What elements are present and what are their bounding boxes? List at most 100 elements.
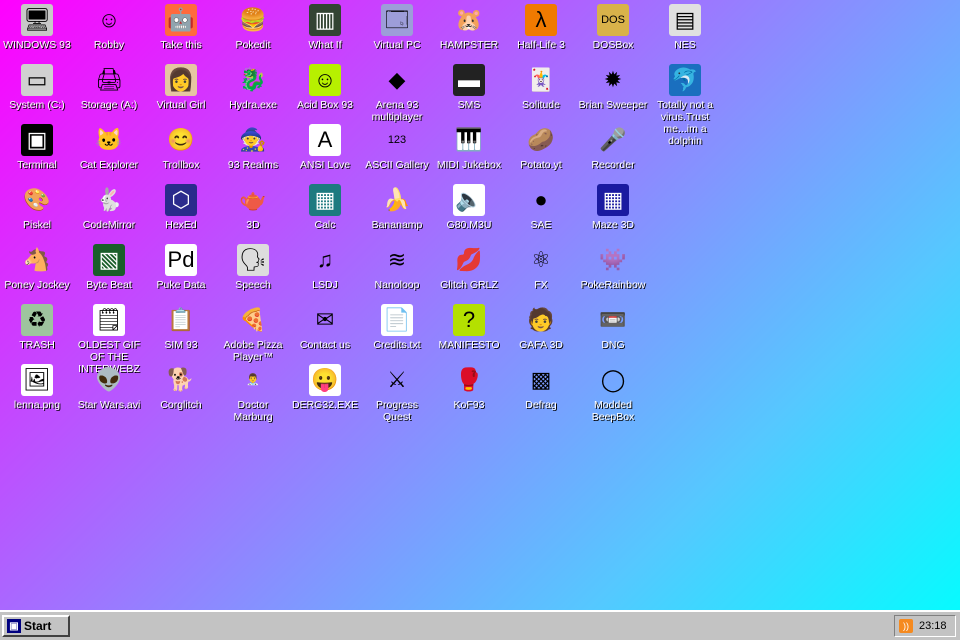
desktop-icon-hampster[interactable]: 🐹 HAMPSTER [433,4,505,64]
desktop-icon-nes[interactable]: ▤ NES [649,4,721,64]
desktop-icon-label: Nanoloop [374,279,420,291]
desktop-icon-modded-beepbox[interactable]: ◯ Modded BeepBox [577,364,649,424]
desktop-icon-brian-sweeper[interactable]: ✹ Brian Sweeper [577,64,649,124]
corglitch-icon: 🐕 [167,367,195,392]
desktop-icon-pokedit[interactable]: 🍔 Pokedit [217,4,289,64]
desktop-icon-label: Cat Explorer [79,159,139,171]
desktop-icon-trollbox[interactable]: 😊 Trollbox [145,124,217,184]
desktop-icon-sim-93[interactable]: 📋 SIM 93 [145,304,217,364]
desktop-icon-doctor-marburg[interactable]: 👨‍⚕ Doctor Marburg [217,364,289,424]
desktop-icon-hexed[interactable]: ⬡ HexEd [145,184,217,244]
desktop-icon-credits-txt[interactable]: 📄 Credits.txt [361,304,433,364]
pokerainbow-icon: 👾 [599,247,627,272]
oldest-gif-of-the-interwebz-icon: 🗒 [93,304,125,336]
desktop-icon-defrag[interactable]: ▩ Defrag [505,364,577,424]
desktop-icon-label: Virtual PC [373,39,421,51]
desktop-icon-label: HexEd [165,219,197,231]
desktop-icon-virtual-girl[interactable]: 👩 Virtual Girl [145,64,217,124]
desktop-icon-ansi-love[interactable]: A ANSI Love [289,124,361,184]
codemirror-icon: 🐇 [95,187,123,212]
desktop-icon-potato-yt[interactable]: 🥔 Potato.yt [505,124,577,184]
solitude-icon: 🃏 [527,67,555,92]
maze-3d-icon: ▦ [597,184,629,216]
desktop-icon-oldest-gif-of-the-interwebz[interactable]: 🗒 OLDEST GIF OF THE INTERWEBZ [73,304,145,375]
desktop-icon-take-this[interactable]: 🤖 Take this [145,4,217,64]
desktop-icon-label: FX [534,279,548,291]
desktop-icon-label: 3D [246,219,260,231]
kof93-icon: 🥊 [455,367,483,392]
desktop-icon-3d[interactable]: 🫖 3D [217,184,289,244]
desktop-icon-kof93[interactable]: 🥊 KoF93 [433,364,505,424]
desktop-icon-sae[interactable]: ● SAE [505,184,577,244]
desktop-icon-dng[interactable]: 📼 DNG [577,304,649,364]
desktop-icon-label: Glitch GRLZ [440,279,498,291]
desktop-icon-bananamp[interactable]: 🍌 Bananamp [361,184,433,244]
93-realms-icon: 🧙 [239,127,267,152]
desktop-icon-g80-m3u[interactable]: 🔈 G80.M3U [433,184,505,244]
desktop-icon-acid-box-93[interactable]: ☺ Acid Box 93 [289,64,361,124]
desktop-icon-label: Speech [235,279,271,291]
desktop-icon-half-life-3[interactable]: λ Half-Life 3 [505,4,577,64]
doctor-marburg-icon: 👨‍⚕ [246,374,260,386]
desktop-icon-system-c[interactable]: ▭ System (C:) [1,64,73,124]
desktop-icon-sms[interactable]: ▬ SMS [433,64,505,124]
desktop-icon-gafa-3d[interactable]: 🧑 GAFA 3D [505,304,577,364]
desktop-icon-virtual-pc[interactable]: 🗔 Virtual PC [361,4,433,64]
desktop-icon-trash[interactable]: ♻ TRASH [1,304,73,364]
storage-a-icon: 🖨 [95,67,123,92]
desktop-icon-puke-data[interactable]: Pd Puke Data [145,244,217,304]
desktop-icon-solitude[interactable]: 🃏 Solitude [505,64,577,124]
byte-beat-icon: ▧ [93,244,125,276]
desktop-icon-maze-3d[interactable]: ▦ Maze 3D [577,184,649,244]
desktop-icon-hydra-exe[interactable]: 🐉 Hydra.exe [217,64,289,124]
desktop-icon-codemirror[interactable]: 🐇 CodeMirror [73,184,145,244]
desktop-icon-label: CodeMirror [82,219,136,231]
desktop-icon-progress-quest[interactable]: ⚔ Progress Quest [361,364,433,424]
star-wars-avi-icon: 👽 [95,367,123,392]
desktop-icon-93-realms[interactable]: 🧙 93 Realms [217,124,289,184]
credits-txt-icon: 📄 [381,304,413,336]
desktop-icon-label: DNG [601,339,625,351]
desktop-icon-speech[interactable]: 🗣 Speech [217,244,289,304]
desktop-icon-lsdj[interactable]: ♫ LSDJ [289,244,361,304]
desktop-icon-nanoloop[interactable]: ≋ Nanoloop [361,244,433,304]
desktop-icon-lenna-png[interactable]: 🖼 lenna.png [1,364,73,424]
desktop-icon-byte-beat[interactable]: ▧ Byte Beat [73,244,145,304]
desktop-icon-label: Corglitch [160,399,202,411]
defrag-icon: ▩ [530,367,552,392]
desktop-icon-corglitch[interactable]: 🐕 Corglitch [145,364,217,424]
desktop-icon-label: Arena 93 multiplayer [371,99,423,123]
fx-icon: ⚛ [531,247,551,272]
nes-icon: ▤ [669,4,701,36]
desktop-icon-glitch-grlz[interactable]: 💋 Glitch GRLZ [433,244,505,304]
desktop-icon-contact-us[interactable]: ✉ Contact us [289,304,361,364]
desktop-icon-midi-jukebox[interactable]: 🎹 MIDI Jukebox [433,124,505,184]
desktop-icon-label: Adobe Pizza Player™ [223,339,283,363]
desktop-icon-what-if[interactable]: ▥ What If [289,4,361,64]
desktop-icon-label: ANSI Love [299,159,351,171]
desktop-icon-ascii-gallery[interactable]: 123 ASCII Gallery [361,124,433,184]
desktop-icon-robby[interactable]: ☺ Robby [73,4,145,64]
desktop-icon-fx[interactable]: ⚛ FX [505,244,577,304]
desktop-icon-terminal[interactable]: ▣ Terminal [1,124,73,184]
desktop-icon-derg32-exe[interactable]: 😛 DERG32.EXE [289,364,361,424]
desktop-icon-storage-a[interactable]: 🖨 Storage (A:) [73,64,145,124]
start-button[interactable]: ▣ Start [2,615,70,637]
desktop-icon-recorder[interactable]: 🎤 Recorder [577,124,649,184]
desktop-icon-calc[interactable]: ▦ Calc [289,184,361,244]
desktop-icon-label: Contact us [299,339,351,351]
desktop-icon-totally-not-a-virus-trust-me-im-a-dolphin[interactable]: 🐬 Totally not a virus.Trust me...im a dol… [649,64,721,147]
desktop-icon-star-wars-avi[interactable]: 👽 Star Wars.avi [73,364,145,424]
desktop-icon-label: Pokedit [235,39,271,51]
desktop-icon-windows-93[interactable]: 🖥 WINDOWS 93 [1,4,73,64]
desktop-icon-pokerainbow[interactable]: 👾 PokeRainbow [577,244,649,304]
desktop-icon-cat-explorer[interactable]: 🐱 Cat Explorer [73,124,145,184]
desktop-icon-manifesto[interactable]: ? MANIFESTO [433,304,505,364]
desktop-icon-dosbox[interactable]: DOS DOSBox [577,4,649,64]
desktop-icon-poney-jockey[interactable]: 🐴 Poney Jockey [1,244,73,304]
desktop-icon-piskel[interactable]: 🎨 Piskel [1,184,73,244]
rss-icon[interactable]: )) [899,619,913,633]
desktop-icon-arena-93-multiplayer[interactable]: ◆ Arena 93 multiplayer [361,64,433,124]
desktop-icon-adobe-pizza-player[interactable]: 🍕 Adobe Pizza Player™ [217,304,289,364]
half-life-3-icon: λ [525,4,557,36]
